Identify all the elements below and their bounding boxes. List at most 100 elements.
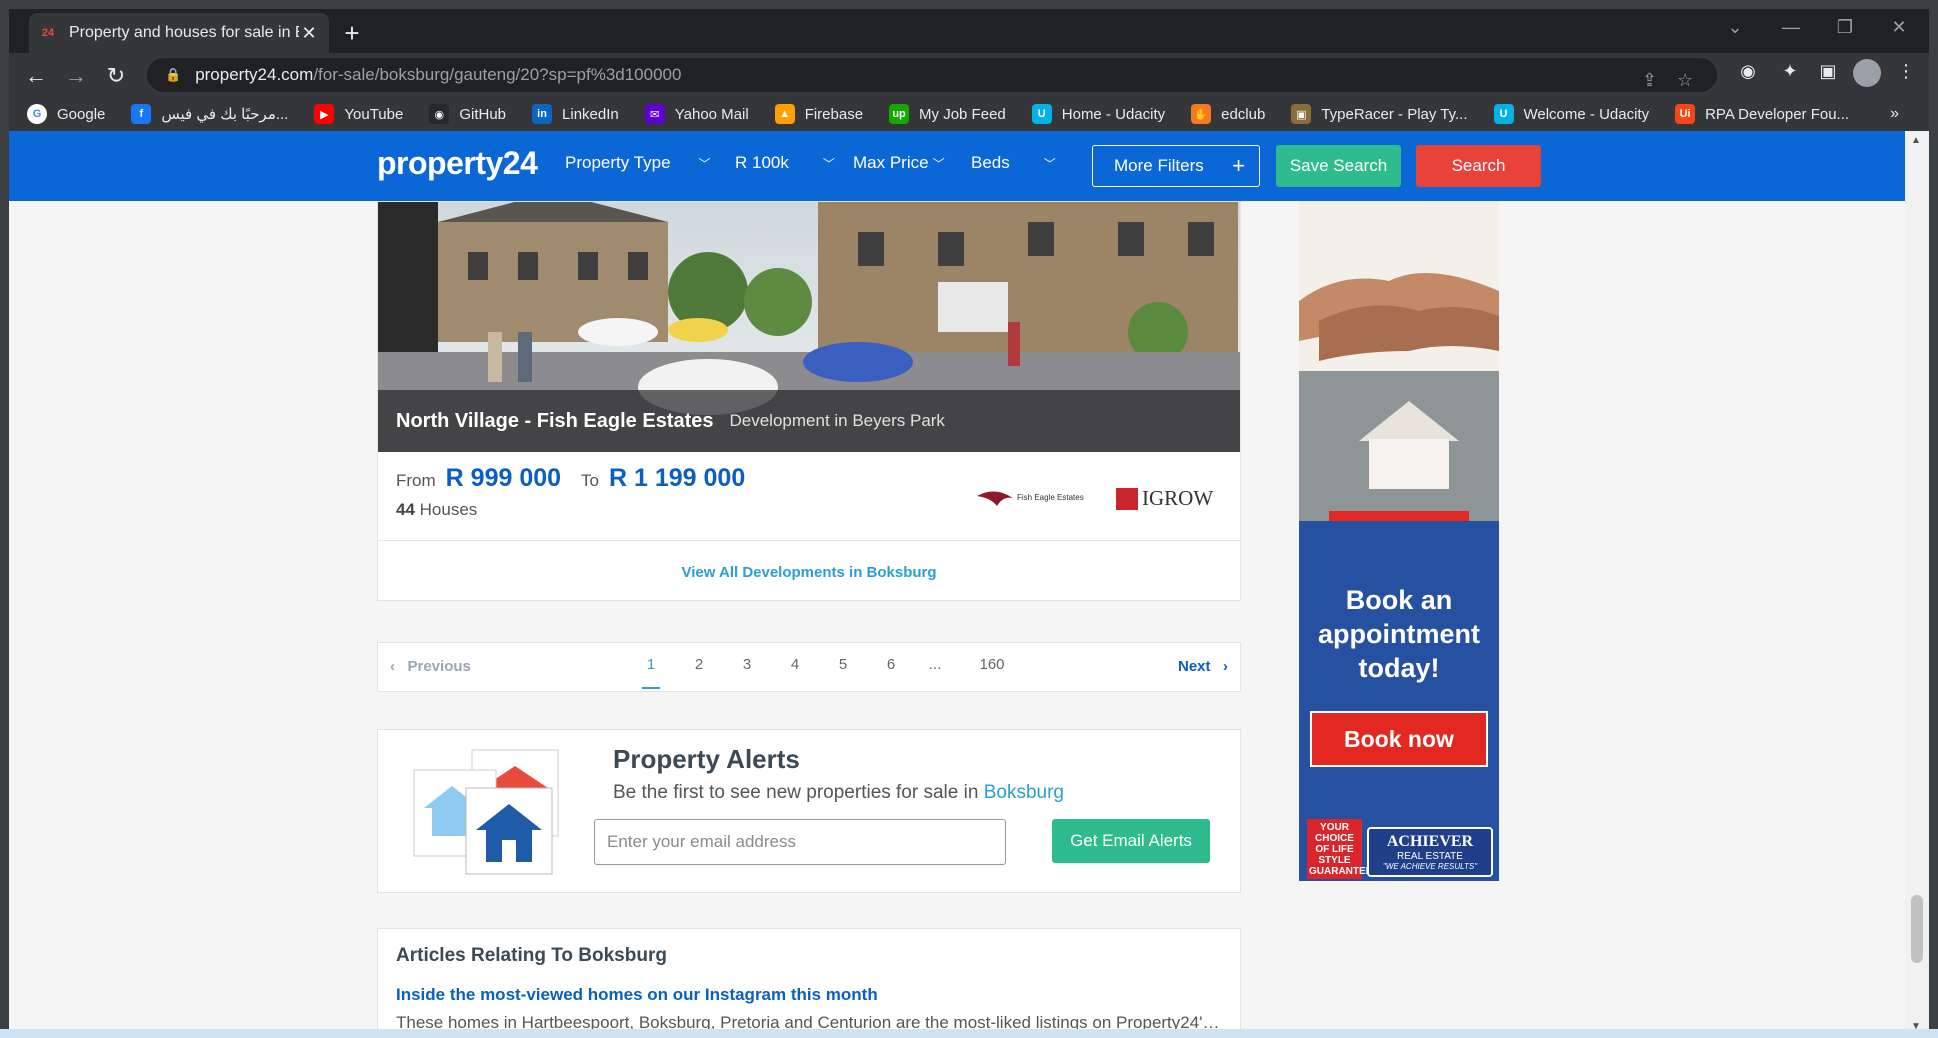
bookmark-item[interactable]: ✉ Yahoo Mail bbox=[644, 104, 749, 124]
bookmark-item[interactable]: ◉ GitHub bbox=[429, 104, 506, 124]
bookmark-label: Firebase bbox=[804, 105, 864, 123]
yahoo-mail-icon: ✉ bbox=[644, 104, 665, 124]
ad-photo bbox=[1299, 201, 1499, 521]
bookmark-item[interactable]: G Google bbox=[27, 104, 105, 124]
next-label: Next bbox=[1177, 658, 1211, 675]
page-link[interactable]: 2 bbox=[684, 656, 714, 673]
next-page-button[interactable]: Next › bbox=[1178, 658, 1228, 675]
bookmark-label: Yahoo Mail bbox=[674, 105, 749, 123]
bookmark-item[interactable]: f مرحبًا بك في فيس... bbox=[131, 104, 288, 124]
igrow-logo: IGROW bbox=[1116, 486, 1213, 511]
bookmark-item[interactable]: Ui RPA Developer Fou... bbox=[1675, 104, 1849, 124]
igrow-logo-text: IGROW bbox=[1142, 486, 1214, 510]
lifestyle-logo: YOUR CHOICE OF LIFE STYLE GUARANTEED bbox=[1307, 819, 1380, 879]
filter-max-price[interactable]: Max Price ﹀ bbox=[853, 153, 945, 173]
bookmark-item[interactable]: in LinkedIn bbox=[532, 104, 619, 124]
chevron-left-icon: ‹ bbox=[390, 658, 408, 675]
scrollbar-thumb[interactable] bbox=[1911, 895, 1923, 963]
bookmark-item[interactable]: ▲ Firebase bbox=[774, 104, 864, 124]
page-link[interactable]: 4 bbox=[780, 656, 810, 673]
firebase-icon: ▲ bbox=[774, 104, 795, 124]
development-name[interactable]: North Village - Fish Eagle Estates bbox=[396, 410, 714, 433]
advertisement-banner[interactable]: Book an appointment today! Book now YOUR… bbox=[1299, 201, 1499, 881]
youtube-icon: ▶ bbox=[314, 104, 335, 124]
property-alerts-panel: Property Alerts Be the first to see new … bbox=[377, 729, 1241, 893]
page-link[interactable]: 1 bbox=[636, 656, 666, 673]
menu-kebab-icon[interactable]: ⋮ bbox=[1893, 61, 1919, 82]
bookmark-item[interactable]: U Welcome - Udacity bbox=[1493, 104, 1649, 124]
forward-icon[interactable]: → bbox=[61, 61, 91, 91]
share-icon[interactable]: ⇪ bbox=[1642, 70, 1657, 91]
back-icon[interactable]: ← bbox=[21, 61, 51, 91]
filter-min-price[interactable]: R 100k ﹀ bbox=[735, 153, 835, 173]
address-bar[interactable]: 🔒 property24.com/for-sale/boksburg/gaute… bbox=[147, 58, 1717, 92]
extension-globe-icon[interactable]: ◉ bbox=[1735, 61, 1761, 82]
bookmark-item[interactable]: U Home - Udacity bbox=[1031, 104, 1166, 124]
tab-strip: 24 Property and houses for sale in B ✕ +… bbox=[9, 9, 1929, 53]
bookmark-label: Google bbox=[57, 105, 106, 123]
bookmark-label: Home - Udacity bbox=[1061, 105, 1166, 123]
article-link[interactable]: Inside the most-viewed homes on our Inst… bbox=[396, 985, 878, 1005]
restore-icon[interactable]: ❐ bbox=[1825, 17, 1865, 38]
property24-logo[interactable]: property24 bbox=[377, 145, 538, 182]
previous-page-button[interactable]: ‹ Previous bbox=[390, 658, 471, 675]
development-photo[interactable]: North Village - Fish Eagle Estates Devel… bbox=[378, 202, 1240, 452]
url-host: property24.com bbox=[195, 65, 314, 84]
page-link[interactable]: 5 bbox=[828, 656, 858, 673]
bookmark-label: مرحبًا بك في فيس... bbox=[161, 106, 289, 123]
house-count: 44 Houses bbox=[396, 500, 477, 520]
udacity-icon: U bbox=[1493, 104, 1514, 124]
close-tab-icon[interactable]: ✕ bbox=[299, 23, 319, 44]
page-link[interactable]: 6 bbox=[876, 656, 906, 673]
bookmarks-bar: G Google f مرحبًا بك في فيس... ▶ YouTube ◉ GitH… bbox=[9, 97, 1929, 131]
get-email-alerts-button[interactable]: Get Email Alerts bbox=[1052, 819, 1210, 863]
tab-search-icon[interactable]: ⌄ bbox=[1715, 17, 1755, 38]
filter-property-type[interactable]: Property Type ﹀ bbox=[565, 153, 711, 173]
book-now-button[interactable]: Book now bbox=[1310, 711, 1488, 767]
close-window-icon[interactable]: ✕ bbox=[1879, 17, 1919, 38]
save-search-button[interactable]: Save Search bbox=[1276, 145, 1401, 187]
bookmark-item[interactable]: ✋ edclub bbox=[1191, 104, 1265, 124]
plus-icon: + bbox=[1232, 153, 1245, 178]
bookmarks-overflow-icon[interactable]: » bbox=[1890, 105, 1899, 123]
minimize-icon[interactable]: — bbox=[1771, 17, 1811, 38]
fish-eagle-estates-logo: Fish Eagle Estates bbox=[975, 484, 1095, 519]
scroll-up-icon[interactable]: ▲ bbox=[1911, 135, 1921, 146]
bookmark-star-icon[interactable]: ☆ bbox=[1677, 70, 1693, 91]
site-header: property24 Property Type ﹀ R 100k ﹀ Max … bbox=[9, 131, 1905, 201]
ad-headline: Book an appointment today! bbox=[1299, 583, 1499, 685]
profile-avatar[interactable] bbox=[1853, 59, 1881, 87]
bookmark-item[interactable]: ▣ TypeRacer - Play Ty... bbox=[1291, 104, 1468, 124]
bookmark-label: My Job Feed bbox=[919, 105, 1006, 123]
alerts-location-link[interactable]: Boksburg bbox=[984, 782, 1064, 803]
bookmark-item[interactable]: up My Job Feed bbox=[889, 104, 1006, 124]
email-field[interactable] bbox=[594, 819, 1006, 865]
search-button[interactable]: Search bbox=[1416, 145, 1541, 187]
github-icon: ◉ bbox=[429, 104, 450, 124]
side-panel-icon[interactable]: ▣ bbox=[1815, 61, 1841, 82]
view-all-developments-link[interactable]: View All Developments in Boksburg bbox=[378, 564, 1240, 581]
edclub-icon: ✋ bbox=[1191, 104, 1212, 124]
reload-icon[interactable]: ↻ bbox=[101, 61, 131, 91]
bookmark-item[interactable]: ▶ YouTube bbox=[314, 104, 403, 124]
page-link[interactable]: 3 bbox=[732, 656, 762, 673]
bookmark-label: RPA Developer Fou... bbox=[1705, 105, 1850, 123]
typeracer-icon: ▣ bbox=[1291, 104, 1312, 124]
extensions-puzzle-icon[interactable]: ✦ bbox=[1777, 61, 1803, 82]
chevron-down-icon: ﹀ bbox=[1043, 156, 1056, 171]
filter-beds[interactable]: Beds ﹀ bbox=[971, 153, 1056, 173]
house-alert-illustration bbox=[412, 748, 562, 878]
articles-panel: Articles Relating To Boksburg Inside the… bbox=[377, 928, 1241, 1038]
page-scrollbar[interactable]: ▲ ▼ bbox=[1905, 131, 1929, 1038]
articles-heading: Articles Relating To Boksburg bbox=[396, 945, 667, 966]
chevron-right-icon: › bbox=[1210, 658, 1228, 675]
more-filters-button[interactable]: More Filters + bbox=[1092, 145, 1260, 187]
development-card[interactable]: North Village - Fish Eagle Estates Devel… bbox=[377, 201, 1241, 601]
new-tab-icon[interactable]: + bbox=[337, 19, 367, 49]
browser-tab[interactable]: 24 Property and houses for sale in B ✕ bbox=[29, 13, 329, 53]
filter-label: Beds bbox=[971, 153, 1010, 172]
filter-label: Max Price bbox=[853, 153, 929, 172]
price-from: R 999 000 bbox=[445, 464, 562, 492]
previous-label: Previous bbox=[407, 658, 471, 675]
page-link[interactable]: 160 bbox=[972, 656, 1012, 673]
